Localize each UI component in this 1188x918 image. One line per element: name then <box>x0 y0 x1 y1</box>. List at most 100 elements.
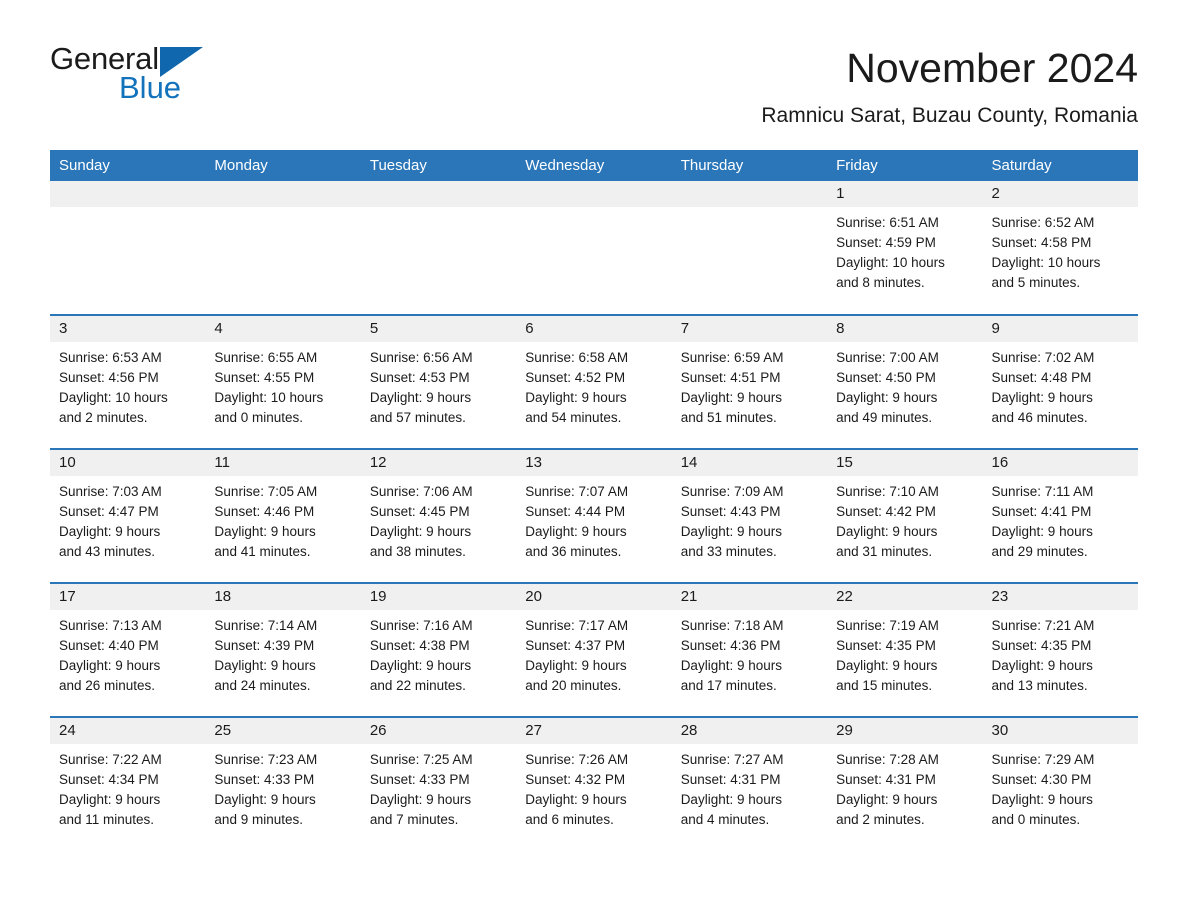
day-details: Sunrise: 7:02 AM Sunset: 4:48 PM Daylight:… <box>983 342 1138 428</box>
daylight-text-line2: and 6 minutes. <box>525 812 614 827</box>
daylight-text-line1: Daylight: 9 hours <box>214 524 316 539</box>
day-number: 28 <box>671 718 828 744</box>
calendar-day-cell[interactable]: 17 Sunrise: 7:13 AM Sunset: 4:40 PM Dayligh… <box>50 582 206 717</box>
day-number <box>671 181 828 207</box>
day-details: Sunrise: 7:23 AM Sunset: 4:33 PM Daylight:… <box>205 744 360 830</box>
sunset-text: Sunset: 4:31 PM <box>836 772 936 787</box>
calendar-day-cell[interactable]: 30 Sunrise: 7:29 AM Sunset: 4:30 PM Dayligh… <box>982 716 1138 851</box>
sunset-text: Sunset: 4:40 PM <box>59 638 159 653</box>
weekday-header-tuesday: Tuesday <box>360 150 517 181</box>
sunset-text: Sunset: 4:33 PM <box>214 772 315 787</box>
calendar-day-cell-empty <box>671 181 828 315</box>
calendar-day-cell[interactable]: 22 Sunrise: 7:19 AM Sunset: 4:35 PM Dayligh… <box>827 582 983 717</box>
calendar-day-cell[interactable]: 6 Sunrise: 6:58 AM Sunset: 4:52 PM Daylight… <box>516 314 672 449</box>
calendar-day-cell[interactable]: 20 Sunrise: 7:17 AM Sunset: 4:37 PM Dayligh… <box>516 582 672 717</box>
calendar-day-cell[interactable]: 7 Sunrise: 6:59 AM Sunset: 4:51 PM Daylight… <box>671 314 828 449</box>
daylight-text-line1: Daylight: 9 hours <box>836 390 938 405</box>
calendar-week-row: 17 Sunrise: 7:13 AM Sunset: 4:40 PM Dayligh… <box>50 582 1138 717</box>
calendar-day-cell[interactable]: 23 Sunrise: 7:21 AM Sunset: 4:35 PM Dayligh… <box>982 582 1138 717</box>
daylight-text-line2: and 36 minutes. <box>525 544 622 559</box>
calendar-day-cell[interactable]: 21 Sunrise: 7:18 AM Sunset: 4:36 PM Dayligh… <box>671 582 828 717</box>
sunrise-text: Sunrise: 7:26 AM <box>525 752 629 767</box>
day-details: Sunrise: 6:55 AM Sunset: 4:55 PM Daylight:… <box>205 342 360 428</box>
calendar-day-cell[interactable]: 19 Sunrise: 7:16 AM Sunset: 4:38 PM Dayligh… <box>360 582 517 717</box>
calendar-day-cell[interactable]: 28 Sunrise: 7:27 AM Sunset: 4:31 PM Dayligh… <box>671 716 828 851</box>
day-number: 9 <box>982 316 1138 342</box>
calendar-day-cell[interactable]: 4 Sunrise: 6:55 AM Sunset: 4:55 PM Daylight… <box>205 314 361 449</box>
calendar-day-cell[interactable]: 26 Sunrise: 7:25 AM Sunset: 4:33 PM Dayligh… <box>360 716 517 851</box>
calendar-day-cell[interactable]: 18 Sunrise: 7:14 AM Sunset: 4:39 PM Dayligh… <box>205 582 361 717</box>
brand-logo[interactable]: General Blue <box>50 42 350 118</box>
day-number: 20 <box>516 584 672 610</box>
day-details: Sunrise: 7:17 AM Sunset: 4:37 PM Daylight:… <box>516 610 671 696</box>
weekday-header-sunday: Sunday <box>50 150 206 181</box>
calendar-day-cell[interactable]: 12 Sunrise: 7:06 AM Sunset: 4:45 PM Dayligh… <box>360 448 517 583</box>
day-number: 7 <box>671 316 828 342</box>
calendar-day-cell[interactable]: 16 Sunrise: 7:11 AM Sunset: 4:41 PM Dayligh… <box>982 448 1138 583</box>
daylight-text-line2: and 11 minutes. <box>59 812 155 827</box>
calendar-day-cell[interactable]: 15 Sunrise: 7:10 AM Sunset: 4:42 PM Dayligh… <box>827 448 983 583</box>
daylight-text-line1: Daylight: 9 hours <box>991 524 1093 539</box>
calendar-day-cell[interactable]: 10 Sunrise: 7:03 AM Sunset: 4:47 PM Dayligh… <box>50 448 206 583</box>
sunset-text: Sunset: 4:30 PM <box>991 772 1092 787</box>
day-details: Sunrise: 7:13 AM Sunset: 4:40 PM Daylight:… <box>50 610 205 696</box>
daylight-text-line1: Daylight: 9 hours <box>991 390 1093 405</box>
daylight-text-line2: and 8 minutes. <box>836 275 925 290</box>
calendar-day-cell[interactable]: 13 Sunrise: 7:07 AM Sunset: 4:44 PM Dayligh… <box>516 448 672 583</box>
daylight-text-line1: Daylight: 9 hours <box>59 658 161 673</box>
weekday-header-saturday: Saturday <box>982 150 1138 181</box>
daylight-text-line1: Daylight: 9 hours <box>680 524 782 539</box>
day-details: Sunrise: 6:52 AM Sunset: 4:58 PM Daylight:… <box>983 207 1138 293</box>
calendar-day-cell[interactable]: 1 Sunrise: 6:51 AM Sunset: 4:59 PM Daylight… <box>827 181 983 315</box>
daylight-text-line2: and 26 minutes. <box>59 678 156 693</box>
calendar-day-cell[interactable]: 9 Sunrise: 7:02 AM Sunset: 4:48 PM Daylight… <box>982 314 1138 449</box>
calendar-day-cell[interactable]: 2 Sunrise: 6:52 AM Sunset: 4:58 PM Daylight… <box>982 181 1138 315</box>
daylight-text-line2: and 57 minutes. <box>369 410 466 425</box>
calendar-day-cell[interactable]: 25 Sunrise: 7:23 AM Sunset: 4:33 PM Dayligh… <box>205 716 361 851</box>
calendar-day-cell[interactable]: 29 Sunrise: 7:28 AM Sunset: 4:31 PM Dayligh… <box>827 716 983 851</box>
sunrise-text: Sunrise: 7:22 AM <box>59 752 162 767</box>
calendar-day-cell[interactable]: 3 Sunrise: 6:53 AM Sunset: 4:56 PM Daylight… <box>50 314 206 449</box>
daylight-text-line2: and 13 minutes. <box>991 678 1088 693</box>
daylight-text-line2: and 41 minutes. <box>214 544 311 559</box>
daylight-text-line2: and 24 minutes. <box>214 678 311 693</box>
calendar-day-cell[interactable]: 5 Sunrise: 6:56 AM Sunset: 4:53 PM Daylight… <box>360 314 517 449</box>
day-number: 11 <box>205 450 361 476</box>
calendar-week-row: 1 Sunrise: 6:51 AM Sunset: 4:59 PM Daylight… <box>50 181 1138 315</box>
daylight-text-line1: Daylight: 9 hours <box>680 390 782 405</box>
calendar-day-cell[interactable]: 11 Sunrise: 7:05 AM Sunset: 4:46 PM Dayligh… <box>205 448 361 583</box>
day-details: Sunrise: 7:05 AM Sunset: 4:46 PM Daylight:… <box>205 476 360 562</box>
day-details: Sunrise: 7:18 AM Sunset: 4:36 PM Daylight:… <box>672 610 827 696</box>
calendar-day-cell[interactable]: 8 Sunrise: 7:00 AM Sunset: 4:50 PM Daylight… <box>827 314 983 449</box>
day-number: 19 <box>360 584 517 610</box>
daylight-text-line2: and 20 minutes. <box>525 678 622 693</box>
sunset-text: Sunset: 4:48 PM <box>991 370 1092 385</box>
calendar-day-cell-empty <box>205 181 361 315</box>
day-number: 5 <box>360 316 517 342</box>
daylight-text-line2: and 17 minutes. <box>680 678 777 693</box>
daylight-text-line2: and 2 minutes. <box>836 812 925 827</box>
day-details: Sunrise: 7:07 AM Sunset: 4:44 PM Daylight:… <box>516 476 671 562</box>
day-details: Sunrise: 6:53 AM Sunset: 4:56 PM Daylight:… <box>50 342 205 428</box>
daylight-text-line2: and 43 minutes. <box>59 544 156 559</box>
daylight-text-line2: and 31 minutes. <box>836 544 933 559</box>
calendar-day-cell[interactable]: 14 Sunrise: 7:09 AM Sunset: 4:43 PM Dayligh… <box>671 448 828 583</box>
calendar-body: 1 Sunrise: 6:51 AM Sunset: 4:59 PM Daylight… <box>50 181 1138 851</box>
daylight-text-line2: and 33 minutes. <box>680 544 777 559</box>
sunset-text: Sunset: 4:37 PM <box>525 638 626 653</box>
page-title: November 2024 <box>846 45 1138 91</box>
sunset-text: Sunset: 4:36 PM <box>680 638 781 653</box>
day-number: 26 <box>360 718 517 744</box>
daylight-text-line1: Daylight: 9 hours <box>59 792 161 807</box>
sunset-text: Sunset: 4:51 PM <box>680 370 781 385</box>
day-details: Sunrise: 7:19 AM Sunset: 4:35 PM Daylight:… <box>827 610 982 696</box>
sunrise-text: Sunrise: 7:07 AM <box>525 484 629 499</box>
day-details: Sunrise: 7:16 AM Sunset: 4:38 PM Daylight:… <box>361 610 516 696</box>
calendar-day-cell[interactable]: 27 Sunrise: 7:26 AM Sunset: 4:32 PM Dayligh… <box>516 716 672 851</box>
day-details: Sunrise: 6:51 AM Sunset: 4:59 PM Daylight:… <box>827 207 982 293</box>
calendar-day-cell[interactable]: 24 Sunrise: 7:22 AM Sunset: 4:34 PM Dayligh… <box>50 716 206 851</box>
sunset-text: Sunset: 4:58 PM <box>991 235 1092 250</box>
daylight-text-line1: Daylight: 9 hours <box>525 390 627 405</box>
day-details: Sunrise: 7:11 AM Sunset: 4:41 PM Daylight:… <box>983 476 1138 562</box>
page-header: General Blue November 2024 Ramnicu Sarat… <box>50 0 1138 131</box>
